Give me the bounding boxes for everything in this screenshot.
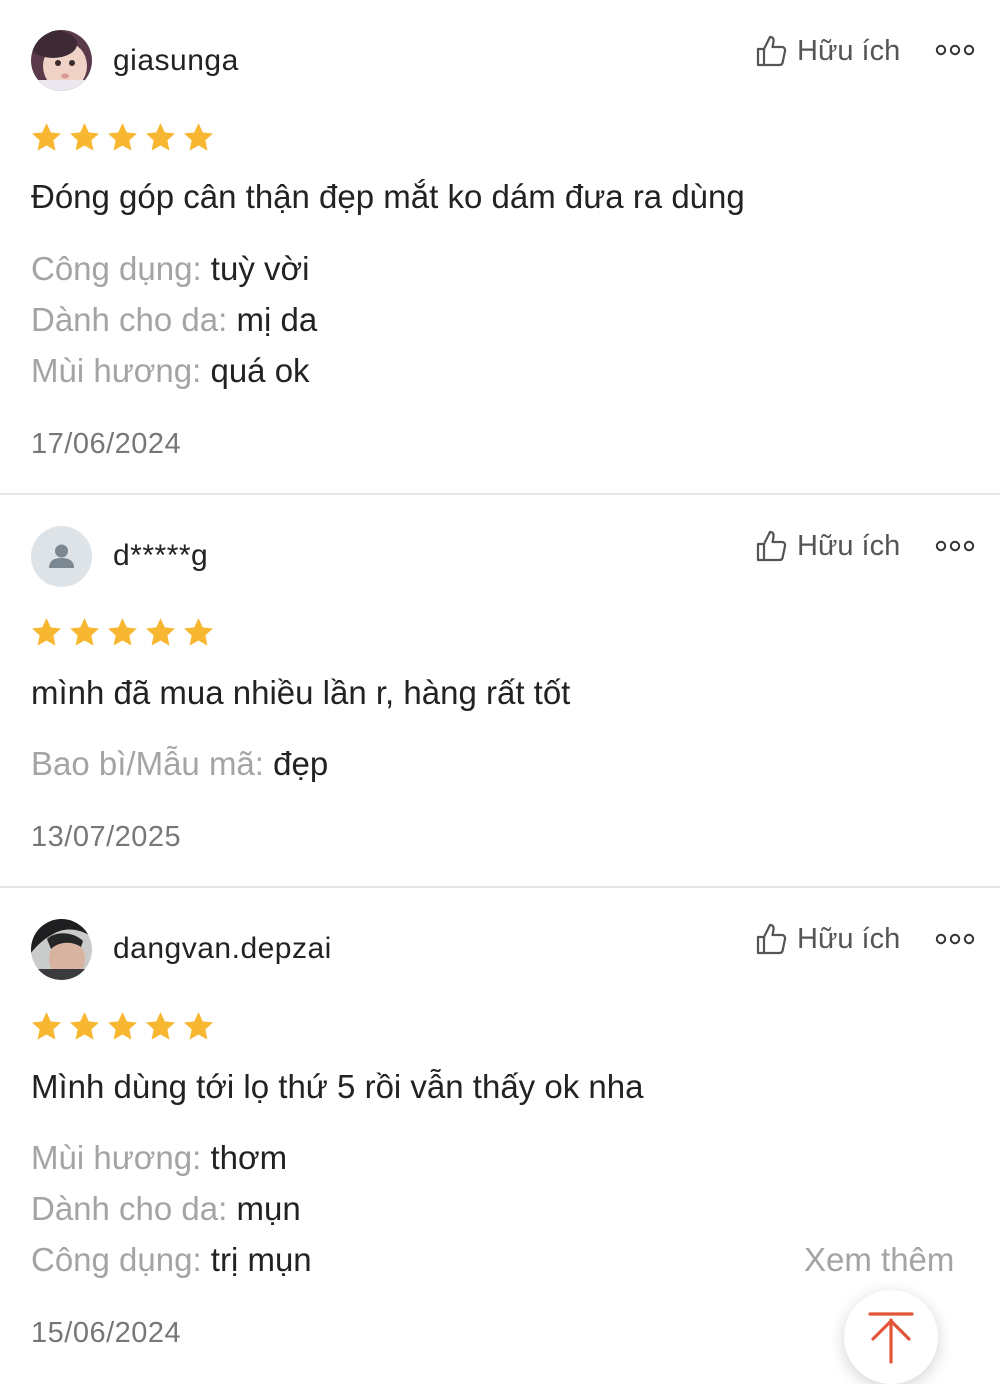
attribute-label: Công dụng: [31,1241,202,1278]
review-date: 17/06/2024 [31,428,182,460]
review-attribute: Dành cho da: mị da [31,301,317,339]
attribute-value: quá ok [201,352,310,389]
see-more-link[interactable]: Xem thêm [804,1241,954,1279]
star-icon [184,123,213,151]
star-icon [184,1012,213,1040]
star-icon [108,123,137,151]
attribute-label: Công dụng: [31,250,202,287]
star-icon [146,1012,175,1040]
review-content: Mình dùng tới lọ thứ 5 rồi vẫn thấy ok n… [31,1068,644,1105]
review-attribute: Dành cho da: mụn [31,1190,301,1228]
username[interactable]: d*****g [113,539,208,573]
attribute-label: Mùi hương: [31,1139,202,1176]
review-content: mình đã mua nhiều lần r, hàng rất tốt [31,674,571,711]
rating-stars [30,121,220,154]
username[interactable]: dangvan.depzai [113,932,332,966]
star-icon [146,618,175,646]
person-icon [49,544,74,568]
thumbs-up-icon [756,35,787,67]
more-dots-icon[interactable] [935,540,975,552]
star-icon [108,618,137,646]
user-avatar[interactable] [31,919,92,980]
review-item: d*****g Hữu ích mình đã mua nhiều lần r,… [0,494,1000,887]
rating-stars [30,1010,220,1043]
helpful-label: Hữu ích [797,922,901,955]
scroll-to-top-button[interactable] [844,1290,938,1384]
review-date: 13/07/2025 [31,821,182,853]
star-icon [70,618,99,646]
attribute-value: mụn [227,1190,301,1227]
helpful-button[interactable]: Hữu ích [755,31,900,71]
star-icon [32,123,61,151]
helpful-button[interactable]: Hữu ích [755,526,900,566]
star-icon [32,1012,61,1040]
review-item: dangvan.depzai Hữu ích Mình dùng tới lọ … [0,887,1000,1372]
review-attribute: Công dụng: trị mụn [31,1241,312,1279]
helpful-label: Hữu ích [797,34,901,67]
review-item: giasunga Hữu ích Đóng góp cân thận đẹp m… [0,0,1000,494]
star-icon [32,618,61,646]
star-icon [146,123,175,151]
username[interactable]: giasunga [113,44,239,78]
star-icon [70,1012,99,1040]
attribute-value: thơm [201,1139,288,1176]
attribute-value: mị da [227,301,318,338]
more-dots-icon[interactable] [935,44,975,56]
attribute-value: trị mụn [201,1241,312,1278]
helpful-label: Hữu ích [797,529,901,562]
review-date: 15/06/2024 [31,1317,182,1349]
star-icon [184,618,213,646]
star-icon [108,1012,137,1040]
more-dots-icon[interactable] [935,933,975,945]
attribute-label: Bao bì/Mẫu mã: [31,745,264,782]
thumbs-up-icon [756,923,787,955]
review-attribute: Công dụng: tuỳ vời [31,250,309,288]
attribute-label: Dành cho da: [31,1190,228,1227]
user-avatar[interactable] [31,526,92,587]
review-content: Đóng góp cân thận đẹp mắt ko dám đưa ra … [31,178,745,215]
review-attribute: Bao bì/Mẫu mã: đẹp [31,745,328,783]
attribute-value: đẹp [263,745,329,782]
attribute-label: Mùi hương: [31,352,202,389]
review-attribute: Mùi hương: quá ok [31,352,310,390]
star-icon [70,123,99,151]
review-attribute: Mùi hương: thơm [31,1139,287,1177]
user-avatar[interactable] [31,30,92,91]
rating-stars [30,616,220,649]
thumbs-up-icon [756,530,787,562]
helpful-button[interactable]: Hữu ích [755,919,900,959]
attribute-label: Dành cho da: [31,301,228,338]
arrow-up-icon [868,1312,914,1364]
attribute-value: tuỳ vời [201,250,310,287]
